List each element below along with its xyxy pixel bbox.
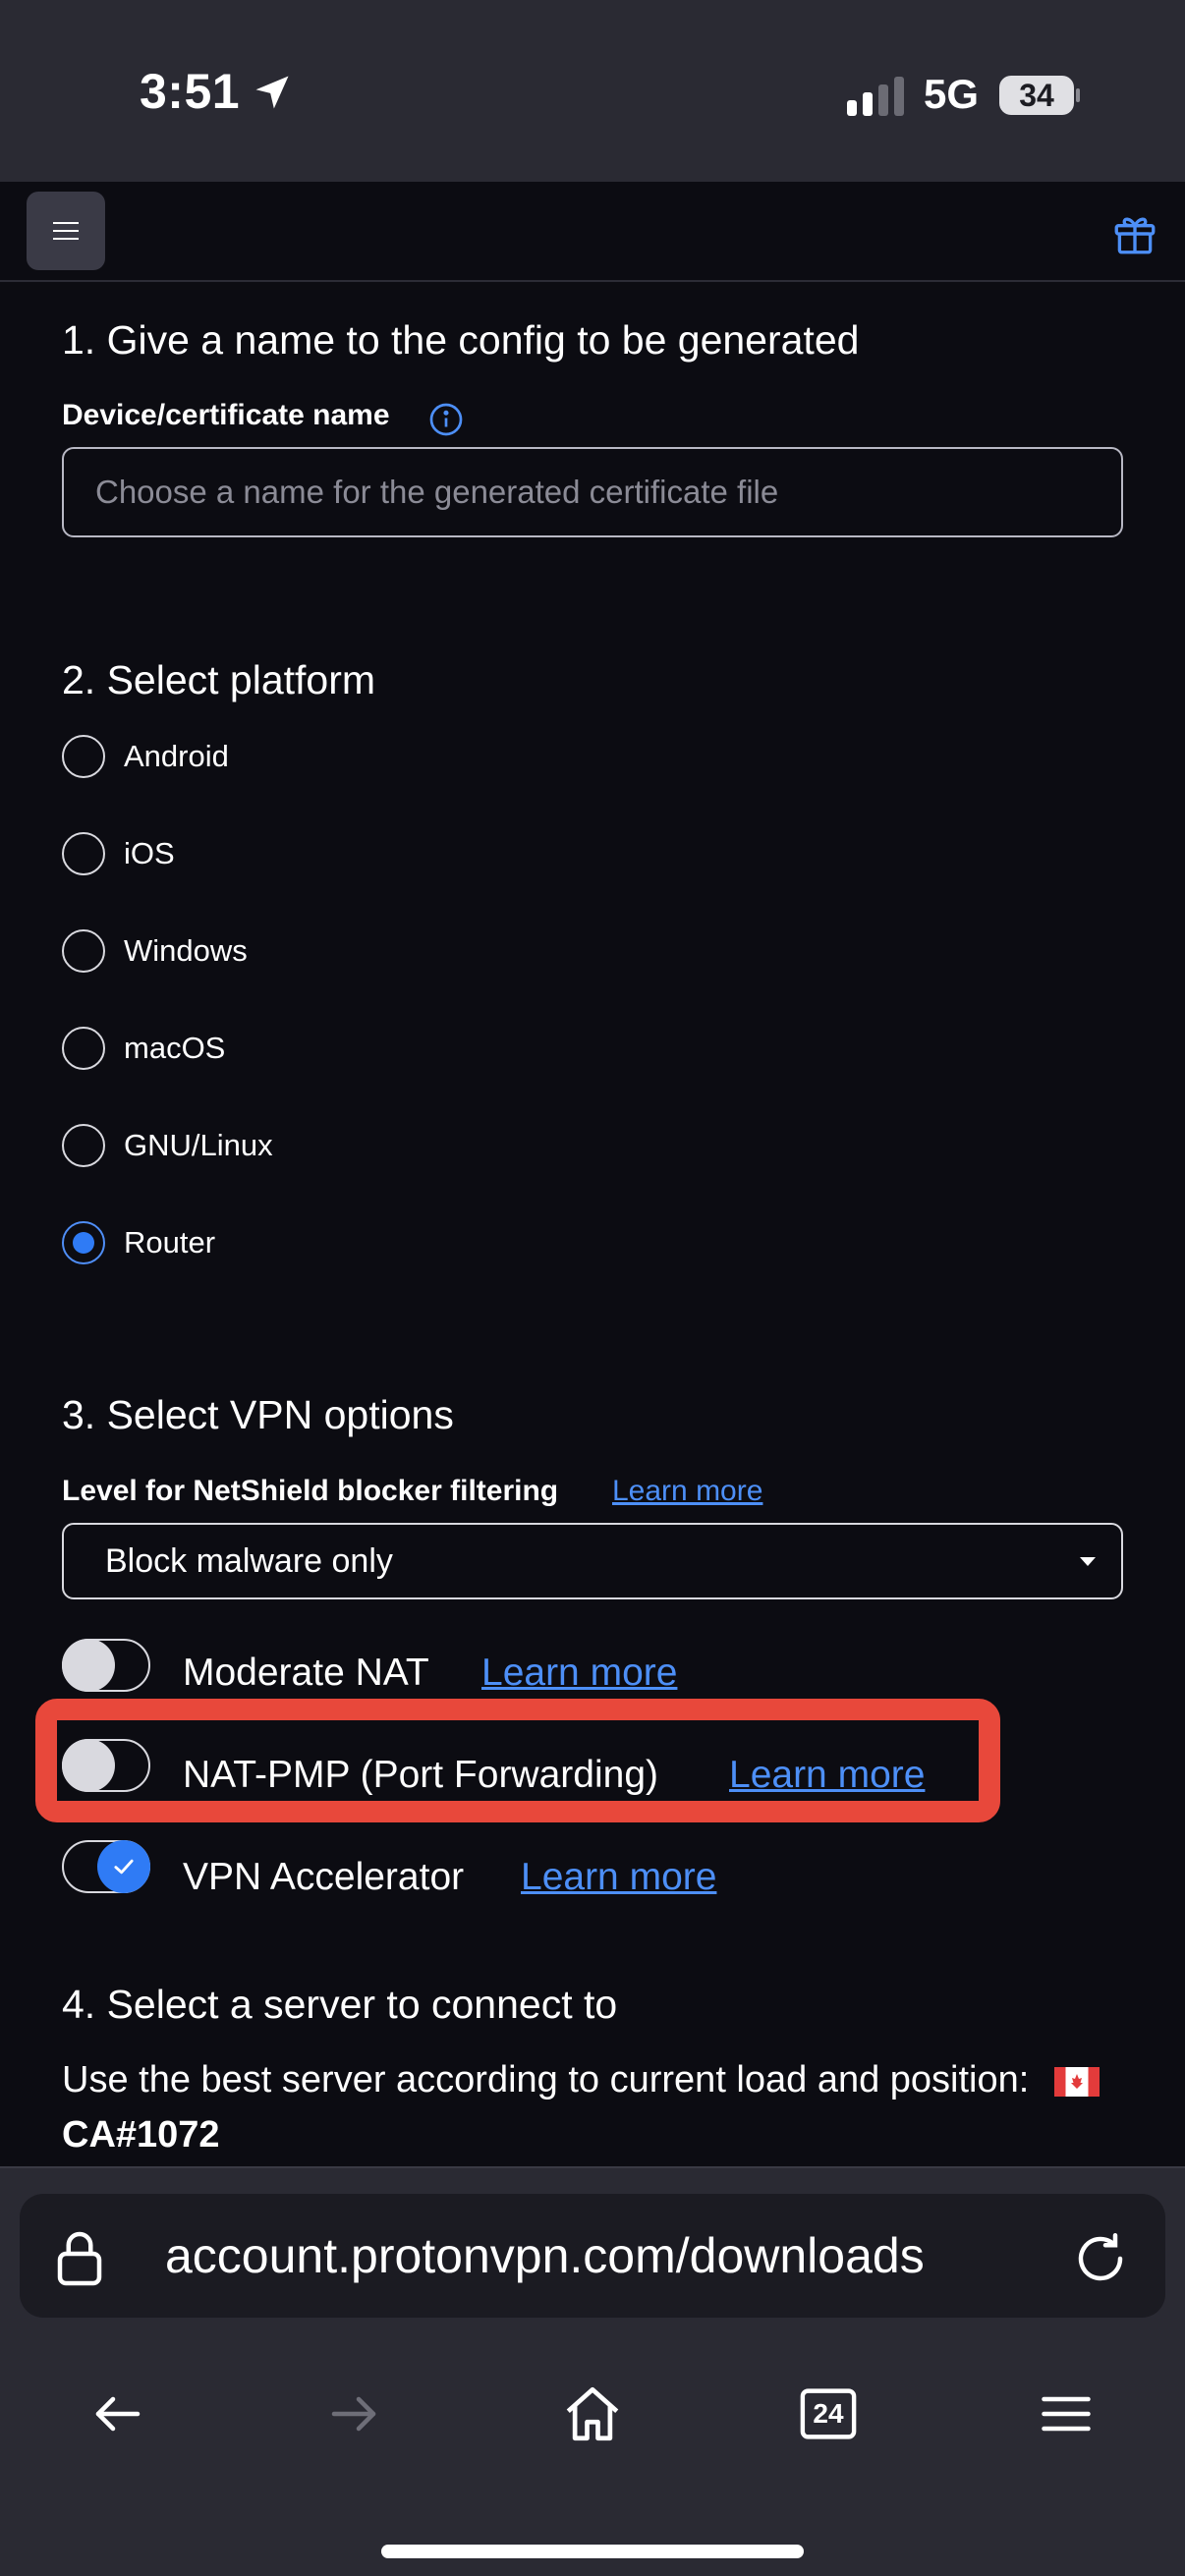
checkmark-icon xyxy=(114,1859,134,1875)
canada-flag-icon xyxy=(1054,2066,1100,2097)
radio-button[interactable] xyxy=(62,832,105,875)
platform-label: Android xyxy=(124,739,229,773)
browser-toolbar: account.protonvpn.com/downloads 24 xyxy=(0,2166,1185,2576)
moderate-nat-toggle[interactable] xyxy=(62,1639,150,1692)
info-icon[interactable] xyxy=(428,402,464,437)
home-icon xyxy=(566,2386,619,2441)
status-bar: 3:51 5G 34 xyxy=(0,0,1185,182)
netshield-level-select[interactable]: Block malware only xyxy=(62,1523,1123,1599)
netshield-learn-more-link[interactable]: Learn more xyxy=(612,1475,762,1508)
network-type: 5G xyxy=(924,71,980,117)
vpn-accelerator-learn-more-link[interactable]: Learn more xyxy=(521,1856,716,1899)
forward-button[interactable] xyxy=(314,2375,393,2453)
browser-menu-button[interactable] xyxy=(1027,2375,1105,2453)
nat-pmp-toggle[interactable] xyxy=(62,1739,150,1792)
platform-label: Router xyxy=(124,1225,216,1260)
platform-option-android[interactable]: Android xyxy=(62,732,229,781)
app-header xyxy=(0,182,1185,282)
section-vpn-options-title: 3. Select VPN options xyxy=(62,1392,454,1437)
home-button[interactable] xyxy=(553,2375,632,2453)
screen: 3:51 5G 34 1. Give a name to the config … xyxy=(0,0,1185,2576)
select-value: Block malware only xyxy=(105,1541,393,1580)
device-name-input[interactable] xyxy=(62,447,1123,537)
address-bar[interactable]: account.protonvpn.com/downloads xyxy=(20,2194,1165,2318)
home-indicator[interactable] xyxy=(381,2545,804,2558)
back-button[interactable] xyxy=(79,2375,157,2453)
radio-button[interactable] xyxy=(62,929,105,973)
menu-icon xyxy=(1042,2396,1091,2432)
platform-label: macOS xyxy=(124,1031,226,1065)
vpn-accelerator-toggle[interactable] xyxy=(62,1840,150,1893)
url-text: account.protonvpn.com/downloads xyxy=(165,2228,925,2283)
vpn-accelerator-label: VPN Accelerator xyxy=(183,1856,465,1898)
platform-label: Windows xyxy=(124,933,248,968)
downloads-content: 1. Give a name to the config to be gener… xyxy=(0,284,1185,2166)
toggle-knob xyxy=(62,1739,115,1792)
radio-button-selected[interactable] xyxy=(62,1221,105,1264)
toggle-knob xyxy=(97,1840,150,1893)
tabs-button[interactable]: 24 xyxy=(789,2375,868,2453)
platform-option-router[interactable]: Router xyxy=(62,1218,215,1267)
platform-label: iOS xyxy=(124,836,175,870)
radio-button[interactable] xyxy=(62,1027,105,1070)
netshield-label: Level for NetShield blocker filtering xyxy=(62,1475,559,1507)
server-description-text: Use the best server according to current… xyxy=(62,2059,1030,2100)
nat-pmp-label: NAT-PMP (Port Forwarding) xyxy=(183,1754,658,1796)
platform-option-macos[interactable]: macOS xyxy=(62,1024,225,1073)
radio-button[interactable] xyxy=(62,1124,105,1167)
radio-button[interactable] xyxy=(62,735,105,778)
platform-label: GNU/Linux xyxy=(124,1128,273,1162)
moderate-nat-learn-more-link[interactable]: Learn more xyxy=(481,1652,677,1695)
platform-option-ios[interactable]: iOS xyxy=(62,829,175,878)
hamburger-icon xyxy=(53,222,79,240)
section-platform-title: 2. Select platform xyxy=(62,657,376,702)
nat-pmp-learn-more-link[interactable]: Learn more xyxy=(729,1754,925,1797)
moderate-nat-label: Moderate NAT xyxy=(183,1652,429,1694)
arrow-right-icon xyxy=(331,2396,376,2432)
reload-icon[interactable] xyxy=(1071,2229,1130,2288)
platform-option-gnu-linux[interactable]: GNU/Linux xyxy=(62,1121,273,1170)
toggle-knob xyxy=(62,1639,115,1692)
battery-level: 34 xyxy=(1019,78,1054,113)
gift-icon[interactable] xyxy=(1110,209,1159,258)
server-code: CA#1072 xyxy=(62,2114,220,2156)
platform-option-windows[interactable]: Windows xyxy=(62,926,248,976)
section-server-title: 4. Select a server to connect to xyxy=(62,1982,618,2027)
hamburger-menu-button[interactable] xyxy=(27,192,105,270)
tab-count: 24 xyxy=(813,2398,844,2429)
cellular-signal-icon xyxy=(847,77,904,116)
server-description: Use the best server according to current… xyxy=(62,2052,1123,2162)
caret-down-icon xyxy=(1080,1557,1096,1566)
section-config-name-title: 1. Give a name to the config to be gener… xyxy=(62,317,860,363)
status-time: 3:51 xyxy=(140,64,241,119)
lock-icon xyxy=(57,2231,102,2286)
location-arrow-icon xyxy=(255,76,289,109)
arrow-left-icon xyxy=(95,2396,141,2432)
device-name-label: Device/certificate name xyxy=(62,399,390,431)
